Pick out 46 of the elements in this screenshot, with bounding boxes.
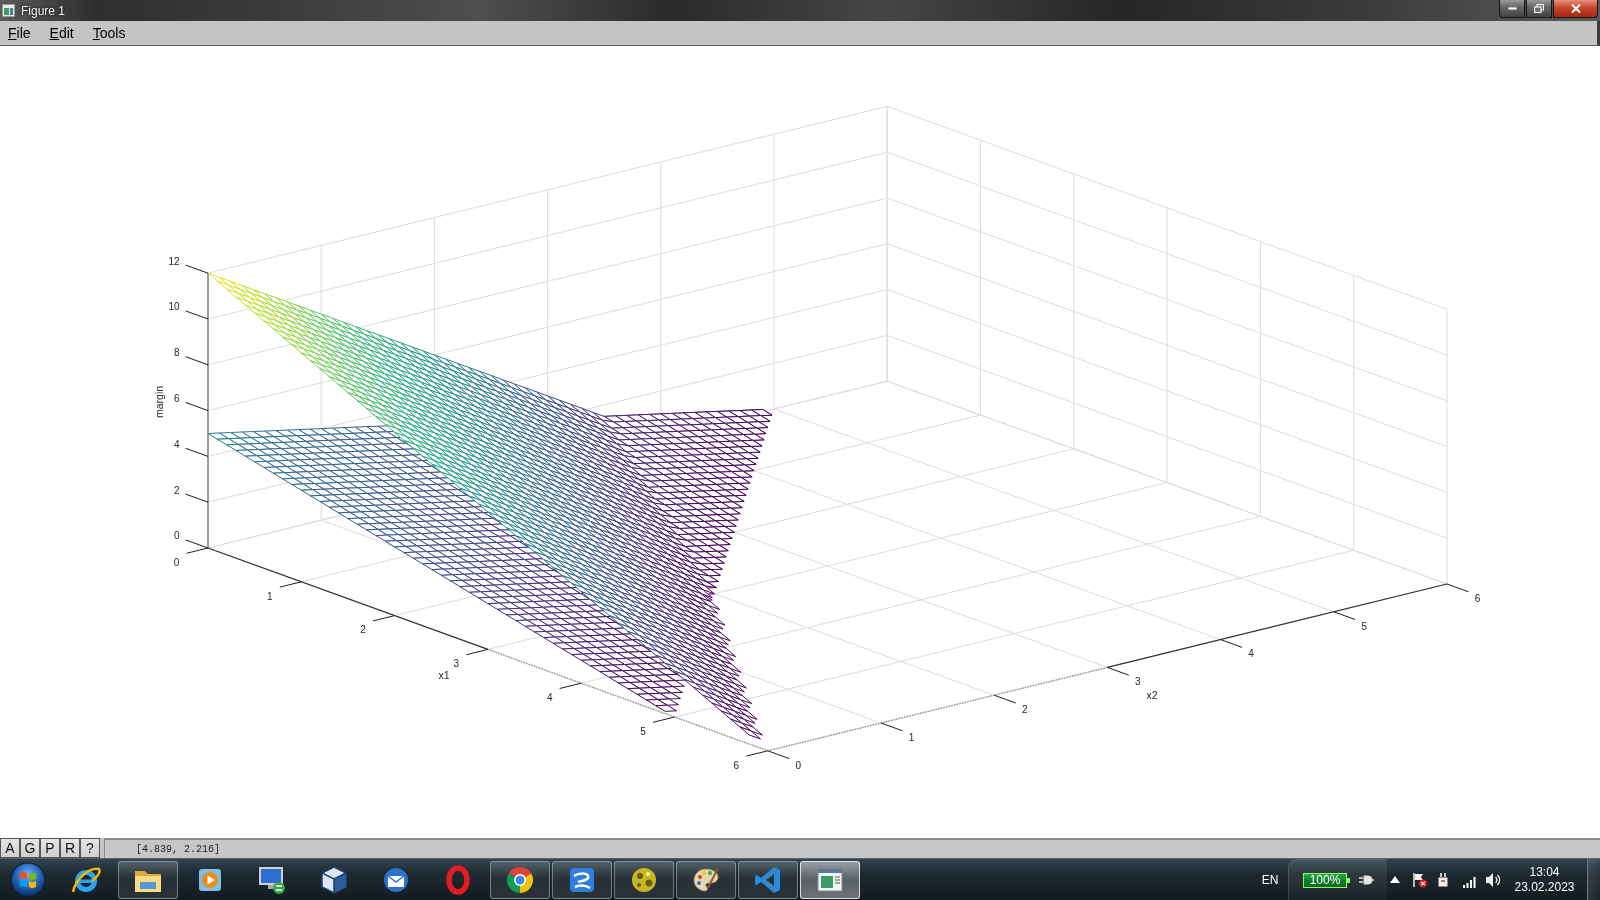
close-icon — [1570, 4, 1581, 13]
tick-label: 2 — [174, 484, 180, 496]
speaker-icon — [1485, 871, 1501, 888]
language-indicator[interactable]: EN — [1258, 872, 1282, 887]
taskbar-button[interactable] — [118, 860, 178, 899]
power-icon — [1435, 871, 1451, 888]
clock-date[interactable]: 23.02.2023 — [1514, 879, 1575, 895]
tick-label: 8 — [174, 347, 180, 359]
tick-label: 6 — [174, 393, 180, 404]
tick-label: 10 — [168, 301, 180, 313]
flag-icon — [1412, 871, 1428, 888]
tool-button[interactable]: A — [0, 838, 20, 858]
restore-icon — [1534, 4, 1544, 13]
menu-item[interactable]: File — [0, 22, 38, 44]
taskbar-button[interactable] — [676, 860, 736, 899]
tick-label: 6 — [1474, 592, 1481, 604]
taskbar-button[interactable] — [490, 860, 550, 899]
caret-up-icon — [1390, 876, 1400, 883]
tick-label: 0 — [174, 530, 180, 542]
tick-label: 6 — [733, 759, 740, 771]
window-title: Figure 1 — [21, 3, 66, 18]
tool-button[interactable]: P — [40, 838, 60, 858]
window-icon — [2, 4, 15, 17]
restore-button[interactable] — [1526, 0, 1552, 18]
tick-label: 0 — [795, 759, 802, 771]
tick-label: 4 — [174, 438, 180, 450]
coordinate-readout: [4.839, 2.216] — [104, 838, 1600, 858]
battery-indicator[interactable]: 100% — [1303, 872, 1347, 888]
clock-time[interactable]: 13:04 — [1529, 864, 1560, 880]
cube-icon — [318, 863, 350, 896]
axis-label: margin — [153, 385, 165, 419]
tool-button[interactable]: G — [20, 838, 40, 858]
plug-icon — [1358, 872, 1374, 888]
tick-label: 12 — [168, 255, 180, 267]
close-button[interactable] — [1553, 0, 1598, 18]
menu-item[interactable]: Edit — [41, 22, 81, 44]
tool-button[interactable]: R — [60, 838, 80, 858]
taskbar-button[interactable] — [552, 860, 612, 899]
minimize-button[interactable] — [1499, 0, 1525, 18]
tool-button[interactable]: ? — [80, 838, 100, 858]
taskbar-button[interactable] — [614, 860, 674, 899]
menu-item[interactable]: Tools — [84, 22, 133, 44]
orb-icon — [10, 861, 46, 898]
tick-label: 0 — [173, 556, 180, 568]
show-desktop-button[interactable] — [1587, 859, 1600, 900]
minimize-icon — [1507, 7, 1517, 10]
